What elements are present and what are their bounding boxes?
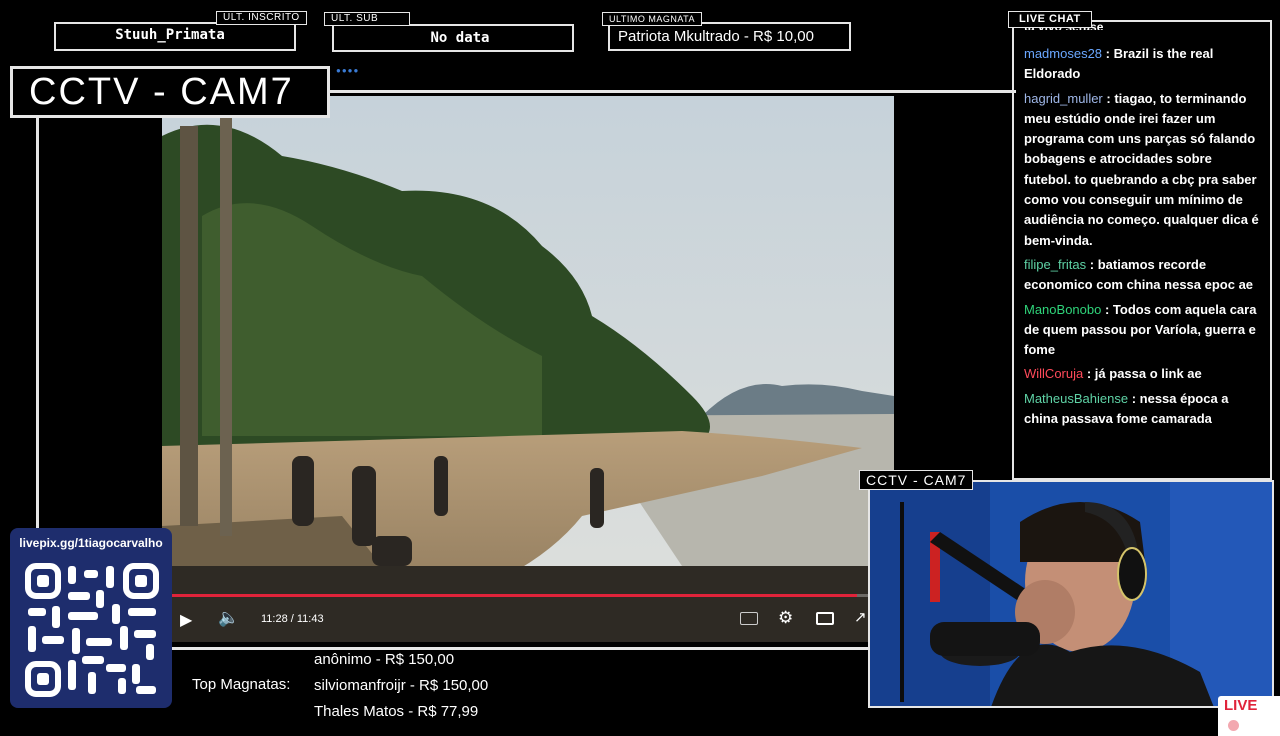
video-time: 11:28 / 11:43 (261, 613, 324, 625)
webcam-feed (868, 480, 1274, 708)
live-badge-label: LIVE (1224, 697, 1258, 714)
chat-username[interactable]: MatheusBahiense (1024, 391, 1128, 406)
live-chat-panel[interactable]: ta vivo serase madmoses28 : Brazil is th… (1012, 20, 1272, 480)
frame-top-line (330, 90, 1014, 93)
chat-text: : tiagao, to terminando meu estúdio onde… (1024, 90, 1259, 248)
cam-title: CCTV - CAM7 (10, 66, 330, 118)
video-frame-image (162, 96, 894, 642)
theater-mode-icon[interactable] (816, 612, 834, 625)
magnata-entry-1: anônimo - R$ 150,00 (314, 651, 455, 668)
volume-icon[interactable]: 🔈 (218, 608, 239, 628)
chat-text: : já passa o link ae (1086, 366, 1202, 382)
chat-message: filipe_fritas : batiamos recorde economi… (1014, 255, 1270, 296)
chat-username[interactable]: ManoBonobo (1024, 302, 1101, 317)
last-sub-label: ULT. SUB (324, 12, 410, 26)
video-progress-fill (172, 594, 858, 597)
livepix-url: livepix.gg/1tiagocarvalho (19, 536, 163, 550)
last-follow-label: ULT. INSCRITO (216, 11, 307, 25)
streamer-image (870, 482, 1272, 706)
live-badge: LIVE (1218, 696, 1280, 736)
qr-code-icon (22, 560, 162, 700)
magnata-entry-2: silviomanfroijr - R$ 150,00 (314, 677, 489, 694)
chat-username[interactable]: WillCoruja (1024, 366, 1083, 381)
chat-username[interactable]: filipe_fritas (1024, 257, 1086, 272)
play-icon[interactable]: ▶ (180, 610, 192, 630)
chat-message: ManoBonobo : Todos com aquela cara de qu… (1014, 300, 1270, 361)
subtitles-icon[interactable] (740, 612, 758, 625)
chat-username[interactable]: madmoses28 (1024, 46, 1102, 61)
chat-message: MatheusBahiense : nessa época a china pa… (1014, 389, 1270, 430)
last-magnate-value: Patriota Mkultrado - R$ 10,00 (618, 28, 814, 45)
magnata-entry-3: Thales Matos - R$ 77,99 (314, 703, 479, 720)
livepix-qr-panel: livepix.gg/1tiagocarvalho (10, 528, 172, 708)
chat-message: WillCoruja : já passa o link ae (1014, 364, 1270, 384)
chat-message: hagrid_muller : tiagao, to terminando me… (1014, 89, 1270, 251)
last-magnate-label: ULTIMO MAGNATA (602, 12, 703, 26)
chat-title: LIVE CHAT (1008, 11, 1092, 28)
signal-dots-icon: ●●●● (336, 66, 360, 75)
last-follow-value: Stuuh_Primata (115, 27, 225, 43)
fullscreen-icon[interactable]: ↗ (854, 608, 867, 626)
video-player[interactable]: ▶ 🔈 11:28 / 11:43 ⚙ ↗ (162, 96, 894, 642)
chat-message-list: madmoses28 : Brazil is the real Eldorado… (1014, 44, 1270, 429)
top-magnatas-label: Top Magnatas: (192, 676, 291, 693)
webcam-title: CCTV - CAM7 (859, 470, 974, 490)
last-sub-value: No data (430, 30, 490, 46)
chat-message: madmoses28 : Brazil is the real Eldorado (1014, 44, 1270, 85)
chat-username[interactable]: hagrid_muller (1024, 91, 1103, 106)
settings-gear-icon[interactable]: ⚙ (778, 608, 793, 628)
live-dot-icon (1228, 720, 1239, 731)
